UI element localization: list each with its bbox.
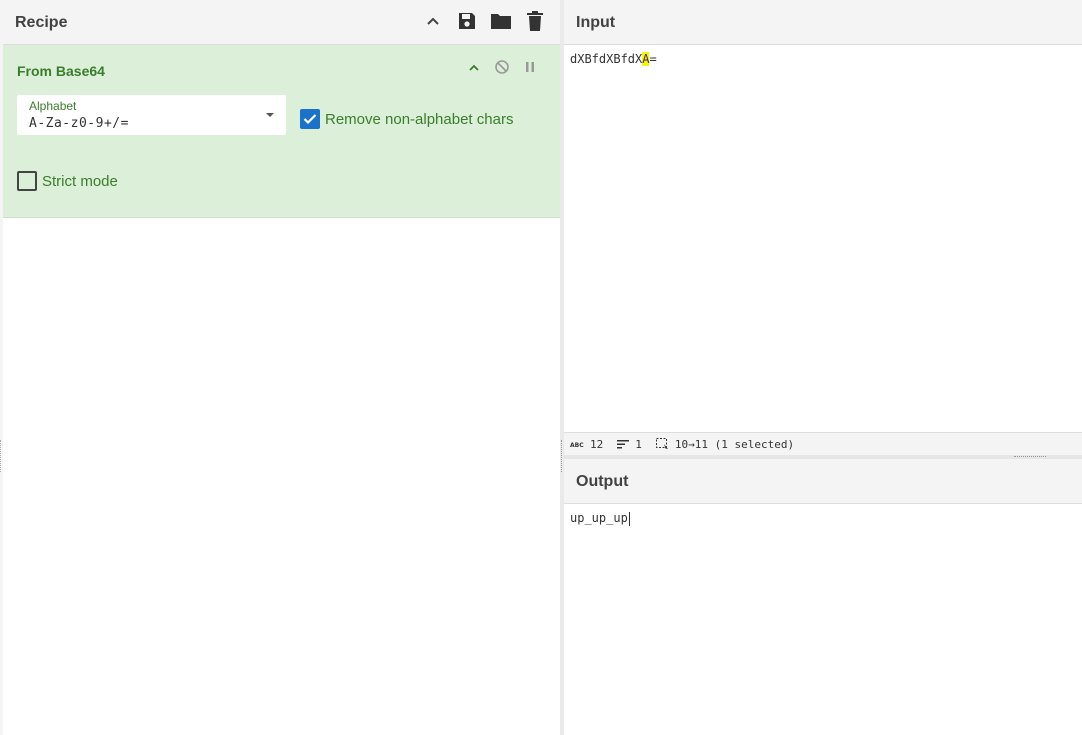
pause-icon[interactable] (522, 59, 538, 75)
vertical-splitter-grip[interactable] (561, 440, 563, 472)
remove-non-alphabet-label[interactable]: Remove non-alphabet chars (325, 111, 513, 128)
output-pane: Output up_up_up (564, 459, 1082, 735)
input-text-before: dXBfdXBfdX (570, 52, 643, 66)
trash-icon[interactable] (524, 10, 546, 32)
selection-status: 10→11 (1 selected) (655, 437, 795, 451)
text-cursor (628, 511, 630, 526)
disable-icon[interactable] (494, 59, 510, 75)
operation-actions (466, 59, 538, 75)
horizontal-splitter-grip[interactable] (1014, 456, 1046, 458)
length-status: ABC 12 (570, 438, 603, 451)
chevron-up-icon[interactable] (422, 10, 444, 32)
input-title: Input (576, 14, 616, 31)
strict-mode-checkbox[interactable] (17, 171, 37, 191)
length-value: 12 (590, 437, 604, 451)
input-textarea[interactable]: dXBfdXBfdXA= (570, 52, 657, 66)
strict-mode-label[interactable]: Strict mode (42, 173, 118, 190)
recipe-panel: Recipe From Base64 Alphabet A-Za-z0-9+/=… (3, 0, 560, 735)
output-textarea[interactable]: up_up_up (570, 511, 630, 526)
output-title: Output (576, 473, 629, 490)
abc-icon: ABC (570, 442, 584, 448)
output-header: Output (564, 459, 1082, 504)
selection-icon (655, 438, 668, 449)
recipe-header-actions (422, 10, 546, 32)
save-icon[interactable] (456, 10, 478, 32)
selection-value: 10→11 (1 selected) (674, 437, 795, 451)
input-text-after: = (649, 52, 657, 66)
recipe-header: Recipe (3, 0, 560, 45)
dropdown-caret-icon (266, 113, 274, 117)
operation-from-base64[interactable]: From Base64 Alphabet A-Za-z0-9+/= Remove… (3, 45, 560, 218)
output-text: up_up_up (570, 511, 628, 525)
lines-status: 1 (617, 438, 642, 451)
svg-text:ABC: ABC (570, 442, 584, 448)
lines-icon (617, 440, 630, 449)
input-pane: Input dXBfdXBfdXA= ABC 12 1 10→11 (1 sel… (564, 0, 1082, 455)
input-header: Input (564, 0, 1082, 45)
folder-icon[interactable] (490, 10, 512, 32)
cyberchef-app: Recipe From Base64 Alphabet A-Za-z0-9+/=… (0, 0, 1082, 735)
chevron-up-icon[interactable] (466, 59, 482, 75)
recipe-title: Recipe (15, 14, 68, 31)
alphabet-value: A-Za-z0-9+/= (29, 116, 129, 131)
alphabet-label: Alphabet (29, 99, 77, 113)
lines-value: 1 (635, 437, 642, 451)
remove-non-alphabet-checkbox[interactable] (300, 109, 320, 129)
input-status-bar: ABC 12 1 10→11 (1 selected) (564, 432, 1082, 455)
alphabet-select[interactable]: Alphabet A-Za-z0-9+/= (17, 95, 286, 135)
operation-title: From Base64 (17, 63, 105, 79)
